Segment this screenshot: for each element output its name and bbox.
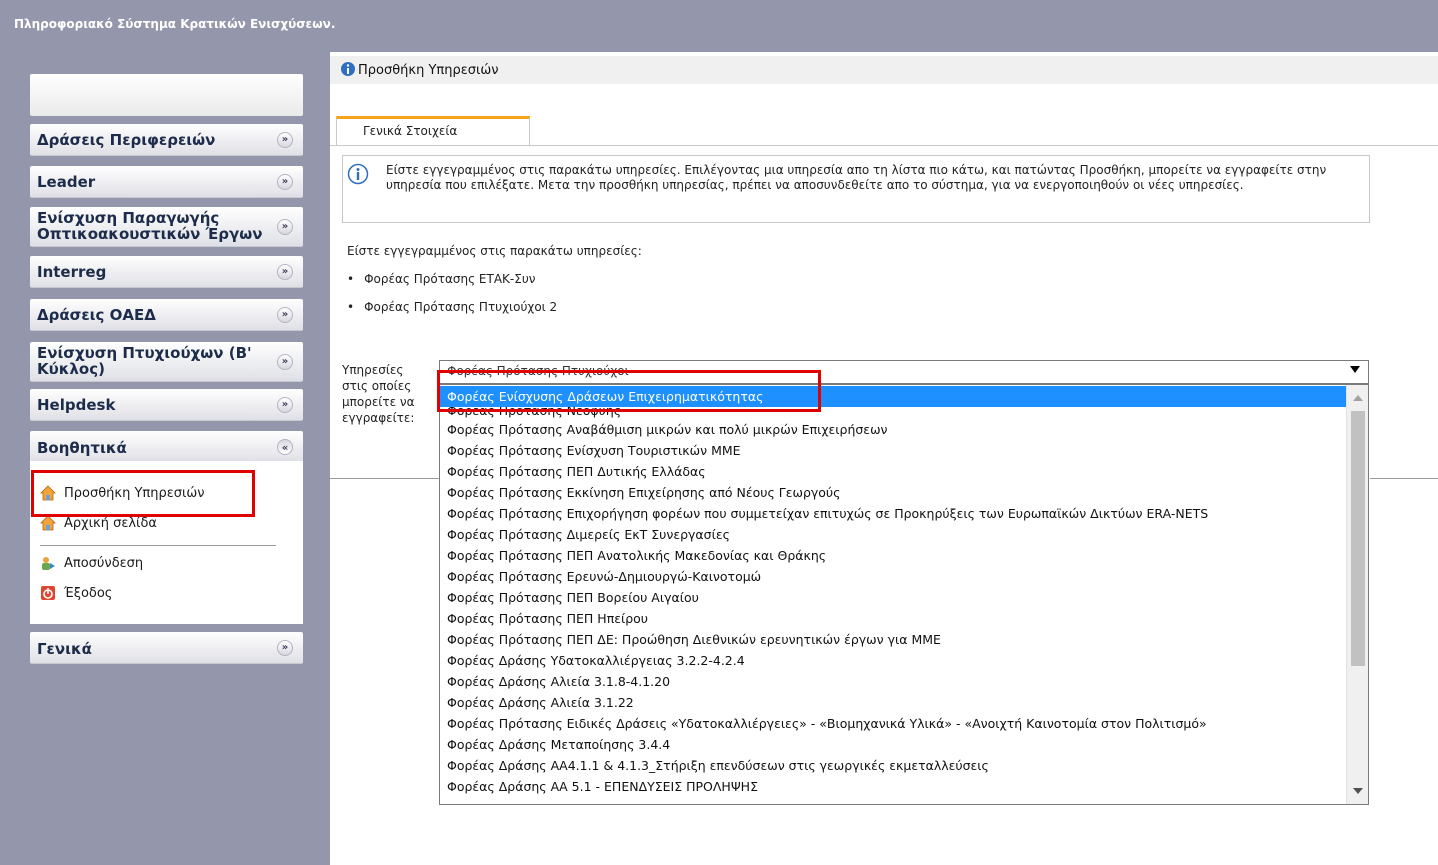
sidebar-section-graduates[interactable]: Ενίσχυση Πτυχιούχων (Β' Κύκλος) » bbox=[30, 342, 303, 382]
option-item[interactable]: Φορέας Δράσης Αλιεία 3.1.8-4.1.20 bbox=[440, 671, 1346, 692]
info-icon bbox=[347, 163, 369, 185]
option-item[interactable]: Φορέας Δράσης Μεταποίησης 3.4.4 bbox=[440, 734, 1346, 755]
tool-exit[interactable]: Έξοδος bbox=[40, 583, 112, 603]
option-item[interactable]: Φορέας Πρότασης ΠΕΠ Βορείου Αιγαίου bbox=[440, 587, 1346, 608]
home-icon bbox=[40, 515, 56, 531]
services-dropdown-list[interactable]: Φορέας Ενίσχυσης Δράσεων Επιχειρηματικότ… bbox=[439, 384, 1369, 805]
section-label: Ενίσχυση Παραγωγής bbox=[37, 209, 220, 227]
sidebar-section-regions[interactable]: Δράσεις Περιφερειών » bbox=[30, 124, 303, 156]
option-item[interactable]: Φορέας Πρότασης Επιχορήγηση φορέων που σ… bbox=[440, 503, 1346, 524]
registered-service: Φορέας Πρότασης ΕΤΑΚ-Συν bbox=[347, 272, 535, 286]
tool-label: Αρχική σελίδα bbox=[64, 515, 157, 531]
sidebar-section-leader[interactable]: Leader » bbox=[30, 166, 303, 198]
section-label-line2: Οπτικοακουστικών Έργων bbox=[37, 225, 263, 243]
tab-general-info[interactable]: Γενικά Στοιχεία bbox=[336, 116, 530, 146]
option-item[interactable]: Φορέας Πρότασης Εκκίνηση Επιχείρησης από… bbox=[440, 482, 1346, 503]
page-title: Προσθήκη Υπηρεσιών bbox=[358, 63, 499, 78]
section-label: Δράσεις Περιφερειών bbox=[37, 131, 216, 149]
tool-logout[interactable]: Αποσύνδεση bbox=[40, 553, 143, 573]
option-item[interactable]: Φορέας Πρότασης ΠΕΠ ΔΕ: Προώθηση Διεθνικ… bbox=[440, 629, 1346, 650]
chevron-down-icon[interactable]: » bbox=[277, 306, 293, 323]
option-item[interactable]: Φορέας Πρότασης ΠΕΠ Ηπείρου bbox=[440, 608, 1346, 629]
section-label: Ενίσχυση Πτυχιούχων (Β' bbox=[37, 344, 252, 362]
chevron-down-icon[interactable]: » bbox=[277, 173, 293, 190]
dropdown-scrollbar[interactable] bbox=[1346, 385, 1368, 804]
info-icon bbox=[341, 62, 355, 76]
options-list: Φορέας Ενίσχυσης Δράσεων Επιχειρηματικότ… bbox=[440, 385, 1346, 797]
sidebar-section-general[interactable]: Γενικά » bbox=[30, 632, 303, 664]
scroll-up-icon[interactable] bbox=[1353, 395, 1363, 401]
option-item[interactable]: Φορέας Πρότασης Ενίσχυση Τουριστικών ΜΜΕ bbox=[440, 440, 1346, 461]
option-item[interactable]: Φορέας Δράσης Υδατοκαλλιέργειας 3.2.2-4.… bbox=[440, 650, 1346, 671]
chevron-down-icon[interactable]: » bbox=[277, 353, 293, 370]
registered-title: Είστε εγγεγραμμένος στις παρακάτω υπηρεσ… bbox=[347, 244, 642, 258]
section-label: Δράσεις ΟΑΕΔ bbox=[37, 306, 156, 324]
option-item[interactable]: Φορέας Πρότασης Ερευνώ-Δημιουργώ-Καινοτο… bbox=[440, 566, 1346, 587]
page-header: Προσθήκη Υπηρεσιών bbox=[330, 56, 1438, 84]
sidebar-section-interreg[interactable]: Interreg » bbox=[30, 256, 303, 288]
scroll-down-icon[interactable] bbox=[1353, 788, 1363, 794]
dropdown-arrow-icon[interactable] bbox=[1350, 366, 1360, 373]
divider bbox=[330, 478, 440, 479]
chevron-down-icon[interactable]: » bbox=[277, 131, 293, 148]
chevron-down-icon[interactable]: » bbox=[277, 396, 293, 413]
logout-icon bbox=[42, 557, 55, 570]
divider bbox=[40, 545, 276, 546]
section-label: Leader bbox=[37, 173, 96, 191]
app-header: Πληροφοριακό Σύστημα Κρατικών Ενισχύσεων… bbox=[0, 0, 1438, 52]
option-item[interactable]: Φορέας Πρότασης Ειδικές Δράσεις «Υδατοκα… bbox=[440, 713, 1346, 734]
info-text: Είστε εγγεγραμμένος στις παρακάτω υπηρεσ… bbox=[386, 163, 1327, 192]
sidebar-section-helpdesk[interactable]: Helpdesk » bbox=[30, 389, 303, 421]
sidebar: Δράσεις Περιφερειών » Leader » Ενίσχυση … bbox=[0, 52, 330, 865]
annotation-highlight bbox=[31, 470, 255, 517]
option-item[interactable]: Φορέας Πρότασης Διμερείς ΕκΤ Συνεργασίες bbox=[440, 524, 1346, 545]
section-label: Interreg bbox=[37, 263, 107, 281]
sidebar-section-oaed[interactable]: Δράσεις ΟΑΕΔ » bbox=[30, 299, 303, 331]
section-label-line2: Κύκλος) bbox=[37, 360, 105, 378]
section-label: Γενικά bbox=[37, 640, 92, 658]
tool-label: Αποσύνδεση bbox=[64, 555, 144, 571]
tool-label: Έξοδος bbox=[64, 585, 113, 601]
option-item[interactable]: Φορέας Πρότασης ΠΕΠ Ανατολικής Μακεδονία… bbox=[440, 545, 1346, 566]
services-label: Υπηρεσίες στις οποίες μπορείτε να εγγραφ… bbox=[342, 363, 415, 425]
info-message: Είστε εγγεγραμμένος στις παρακάτω υπηρεσ… bbox=[342, 155, 1370, 223]
tab-divider bbox=[330, 145, 1438, 146]
app-title: Πληροφοριακό Σύστημα Κρατικών Ενισχύσεων… bbox=[14, 17, 336, 31]
chevron-down-icon[interactable]: » bbox=[277, 263, 293, 280]
chevron-down-icon[interactable]: » bbox=[277, 639, 293, 656]
option-item[interactable]: Φορέας Δράσης ΑΑ 5.1 - ΕΠΕΝΔΥΣΕΙΣ ΠΡΟΛΗΨ… bbox=[440, 776, 1346, 797]
option-item[interactable]: Φορέας Πρότασης ΠΕΠ Δυτικής Ελλάδας bbox=[440, 461, 1346, 482]
power-icon bbox=[41, 586, 55, 600]
option-item[interactable]: Φορέας Δράσης Αλιεία 3.1.22 bbox=[440, 692, 1346, 713]
section-label: Βοηθητικά bbox=[37, 439, 127, 457]
scroll-thumb[interactable] bbox=[1351, 411, 1365, 666]
registered-service: Φορέας Πρότασης Πτυχιούχοι 2 bbox=[347, 300, 557, 314]
annotation-highlight bbox=[437, 370, 821, 412]
option-item[interactable]: Φορέας Πρότασης Αναβάθμιση μικρών και πο… bbox=[440, 419, 1346, 440]
sidebar-user-panel bbox=[30, 74, 303, 116]
chevron-up-icon[interactable]: » bbox=[277, 438, 293, 455]
chevron-down-icon[interactable]: » bbox=[277, 218, 293, 235]
section-label: Helpdesk bbox=[37, 396, 116, 414]
option-item[interactable]: Φορέας Δράσης ΑΑ4.1.1 & 4.1.3_Στήριξη επ… bbox=[440, 755, 1346, 776]
sidebar-section-audiovisual[interactable]: Ενίσχυση Παραγωγής Οπτικοακουστικών Έργω… bbox=[30, 207, 303, 247]
sidebar-section-tools[interactable]: Βοηθητικά » bbox=[30, 431, 303, 463]
divider bbox=[1370, 478, 1438, 479]
tab-label: Γενικά Στοιχεία bbox=[363, 124, 458, 138]
